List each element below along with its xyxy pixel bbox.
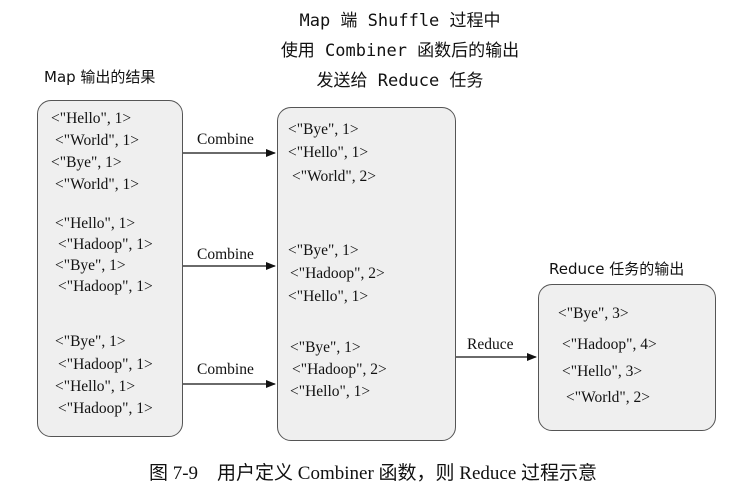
figure-caption: 图 7-9 用户定义 Combiner 函数，则 Reduce 过程示意 — [148, 463, 598, 484]
combine-label: Combine — [197, 361, 254, 378]
flow-arrows — [183, 149, 537, 388]
combine-label: Combine — [197, 131, 254, 148]
combine-label: Combine — [197, 246, 254, 263]
reduce-label: Reduce — [467, 336, 514, 353]
